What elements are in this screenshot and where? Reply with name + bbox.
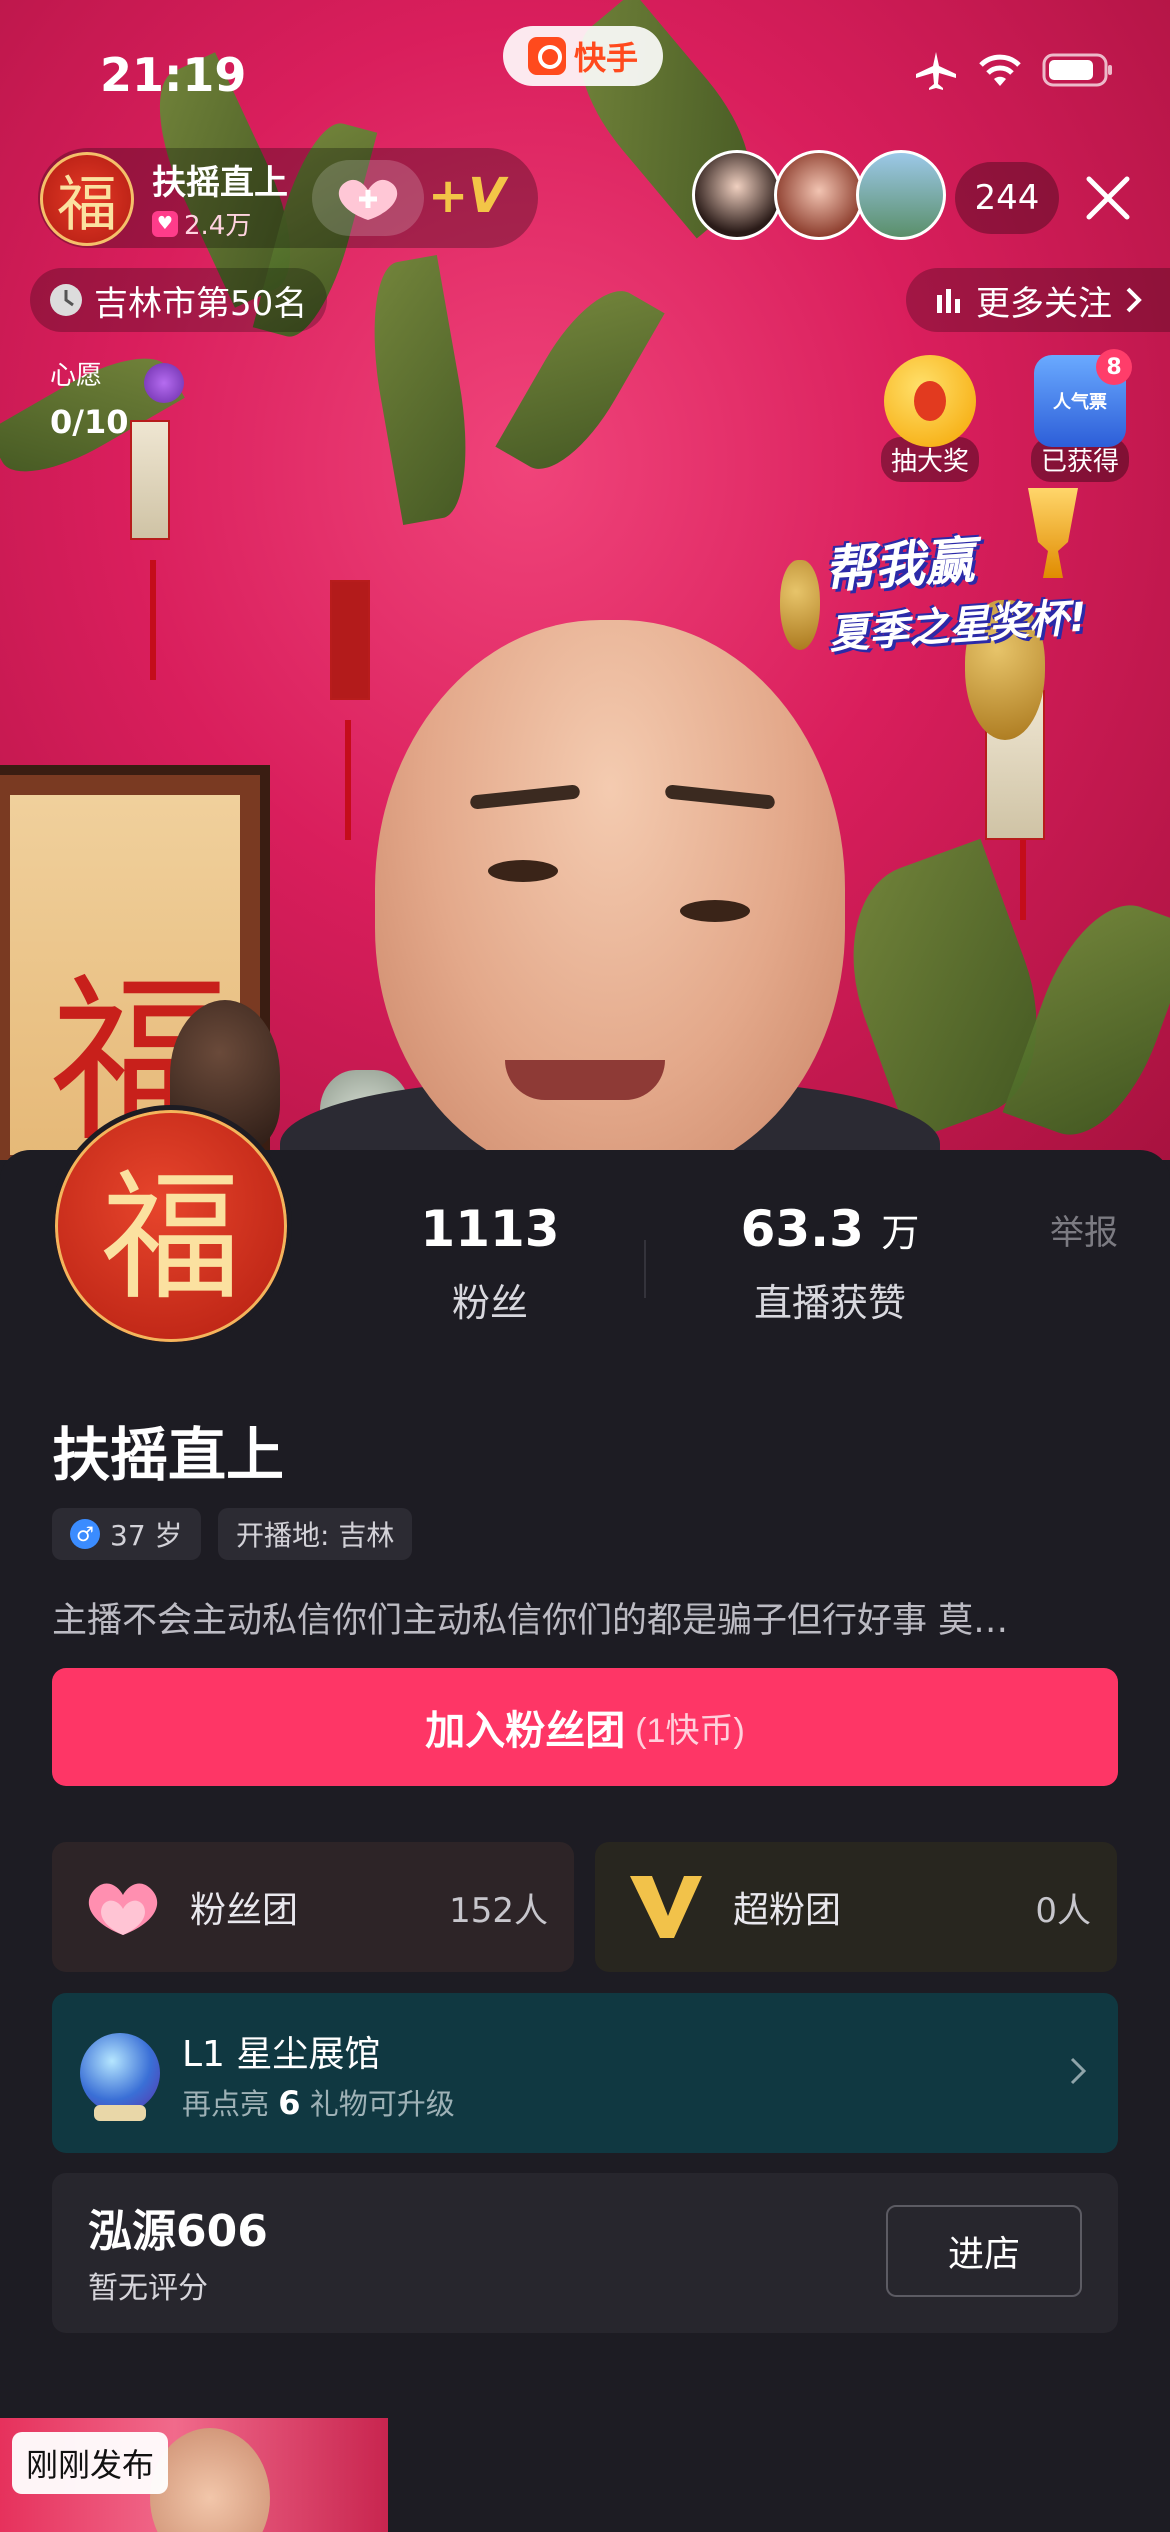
shop-rating: 暂无评分 [88, 2271, 208, 2306]
app-name: 快手 [573, 39, 638, 77]
super-fan-club-card[interactable]: 超粉团 0人 [595, 1842, 1117, 1972]
plant-leaf [495, 273, 665, 487]
super-fan-club-count: 0人 [1035, 1890, 1091, 1931]
location-rank[interactable]: 吉林市第50名 [30, 268, 328, 332]
close-button[interactable] [1072, 162, 1144, 234]
kuaishou-app-pill[interactable]: 快手 [503, 26, 663, 86]
host-likes-count: 2.4万 [184, 211, 252, 241]
chevron-right-icon [1070, 2057, 1087, 2085]
more-follow-button[interactable]: 更多关注 [906, 268, 1170, 332]
viewer-avatar[interactable] [774, 150, 864, 240]
super-fan-club-title: 超粉团 [733, 1890, 842, 1931]
close-icon [1086, 176, 1130, 220]
heart-icon [78, 1872, 168, 1942]
bars-icon [937, 289, 960, 313]
pendant-ornament [330, 580, 370, 700]
streamer-mouth [505, 1060, 665, 1100]
gallery-title: L1 星尘展馆 [182, 2034, 381, 2075]
join-fan-club-label: 加入粉丝团 [425, 1709, 626, 1753]
wifi-icon [979, 54, 1021, 86]
profile-bio[interactable]: 主播不会主动私信你们主动私信你们的都是骗子但行好事 莫… [52, 1592, 1122, 1643]
clock-icon [50, 284, 82, 316]
globe-icon [80, 2033, 160, 2121]
chevron-right-icon [1126, 287, 1142, 313]
plant-leaf [358, 255, 482, 525]
location-tag: 开播地: 吉林 [218, 1508, 413, 1560]
fan-club-card[interactable]: 粉丝团 152人 [52, 1842, 574, 1972]
lottery-icon [884, 355, 976, 447]
shop-card[interactable]: 泓源606 暂无评分 进店 [52, 2173, 1118, 2333]
likes-unit: 万 [881, 1211, 920, 1255]
recent-post-tag: 刚刚发布 [12, 2432, 169, 2494]
fans-stat[interactable]: 1113 粉丝 [400, 1200, 580, 1327]
gallery-sub-prefix: 再点亮 [182, 2087, 270, 2121]
gallery-sub-suffix: 礼物可升级 [309, 2087, 455, 2121]
host-name[interactable]: 扶摇直上 [152, 155, 288, 204]
streamer-eye [488, 860, 558, 882]
v-icon [621, 1872, 711, 1942]
streamer-eye [680, 900, 750, 922]
follow-button[interactable] [312, 160, 424, 236]
popularity-ticket-text: 人气票 [1053, 392, 1107, 413]
recent-post-thumbnail[interactable]: 刚刚发布 [0, 2418, 388, 2532]
join-fan-club-button[interactable]: 加入粉丝团 (1快币) [52, 1668, 1118, 1786]
lotus-heart-icon [338, 179, 398, 220]
gourd-ornament [780, 560, 820, 650]
likes-stat: 63.3 万 直播获赞 [720, 1200, 940, 1327]
enter-shop-button[interactable]: 进店 [886, 2205, 1082, 2297]
status-time: 21:19 [100, 48, 247, 102]
likes-value-row: 63.3 万 [720, 1200, 940, 1258]
gallery-subtitle: 再点亮 6 礼物可升级 [182, 2081, 455, 2123]
location-rank-text: 吉林市第50名 [94, 283, 308, 324]
super-fan-v-icon[interactable]: +V [428, 168, 505, 224]
likes-value: 63.3 [740, 1200, 864, 1258]
stat-divider [644, 1240, 646, 1298]
stardust-gallery-card[interactable]: L1 星尘展馆 再点亮 6 礼物可升级 [52, 1993, 1118, 2153]
lottery-button[interactable]: 抽大奖 [880, 355, 980, 482]
status-bar: 21:19 快手 [0, 0, 1170, 140]
fan-club-count: 152人 [449, 1890, 548, 1931]
report-link[interactable]: 举报 [1050, 1205, 1118, 1254]
profile-name: 扶摇直上 [52, 1421, 285, 1489]
obtained-count-badge: 8 [1096, 349, 1132, 385]
fans-label: 粉丝 [451, 1281, 528, 1325]
broadcast-location-text: 开播地: 吉林 [236, 1519, 395, 1552]
viewer-count[interactable]: 244 [955, 162, 1059, 234]
heart-icon: ♥ [152, 210, 178, 237]
join-fan-club-cost: (1快币) [635, 1711, 745, 1750]
host-avatar[interactable]: 福 [40, 152, 134, 246]
age-tag: ♂ 37 岁 [52, 1508, 201, 1560]
popularity-ticket-icon: 人气票 8 [1034, 349, 1132, 447]
shop-name: 泓源606 [88, 2206, 268, 2257]
wish-widget[interactable]: 心愿 0/10 [26, 355, 196, 455]
wish-label: 心愿 [50, 361, 103, 391]
battery-icon [1042, 53, 1112, 87]
profile-avatar[interactable]: 福 [50, 1105, 292, 1347]
gift-icon [144, 363, 184, 403]
airplane-icon [916, 52, 956, 90]
likes-label: 直播获赞 [753, 1281, 906, 1325]
top-viewers[interactable] [692, 150, 946, 240]
gallery-sub-num: 6 [278, 2084, 301, 2122]
summer-star-promo[interactable]: 帮我赢 夏季之星奖杯! [822, 510, 1130, 661]
popularity-ticket-button[interactable]: 人气票 8 已获得 [1020, 349, 1140, 482]
wish-progress: 0/10 [50, 403, 129, 441]
viewer-avatar[interactable] [692, 150, 782, 240]
red-tassel [345, 720, 351, 840]
age-text: 37 岁 [110, 1519, 183, 1552]
fans-value: 1113 [420, 1200, 560, 1258]
red-tassel [150, 560, 156, 680]
more-follow-label: 更多关注 [976, 283, 1112, 324]
system-icons [914, 50, 1114, 90]
host-likes: ♥ 2.4万 [152, 205, 251, 242]
viewer-avatar[interactable] [856, 150, 946, 240]
fan-club-title: 粉丝团 [190, 1890, 299, 1931]
kuaishou-logo-icon [527, 37, 566, 75]
male-icon: ♂ [70, 1519, 100, 1549]
